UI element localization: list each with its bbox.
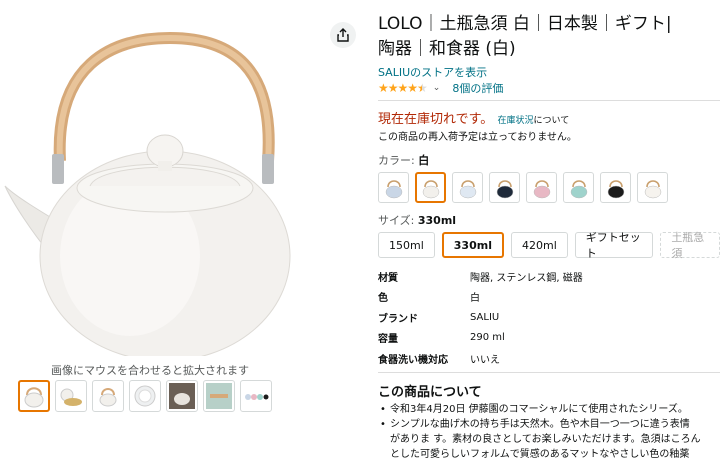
teapot-swatch-icon bbox=[459, 179, 476, 198]
size-label: サイズ: 330ml bbox=[378, 212, 456, 228]
color-swatch-pale-blue[interactable] bbox=[452, 172, 483, 203]
restock-note: この商品の再入荷予定は立っておりません。 bbox=[378, 132, 577, 143]
size-option-330ml[interactable]: 330ml bbox=[441, 232, 504, 258]
image-gallery: 画像にマウスを合わせると拡大されます bbox=[0, 0, 370, 464]
rating-count-link[interactable]: 8個の評価 bbox=[452, 80, 503, 96]
color-lineup-thumbnail-icon bbox=[245, 394, 269, 400]
color-swatch-light-blue[interactable] bbox=[378, 172, 409, 203]
color-label: カラー: 白 bbox=[378, 152, 429, 168]
color-swatch-white[interactable] bbox=[415, 172, 446, 203]
stock-status-link[interactable]: 在庫状況 bbox=[497, 116, 533, 126]
gold-set-thumbnail-icon bbox=[60, 388, 82, 406]
star-rating-icon[interactable]: ★★★★★ bbox=[378, 81, 428, 95]
thumbnail-plate[interactable] bbox=[129, 380, 161, 412]
trivet-thumbnail-icon bbox=[206, 383, 232, 409]
stock-status-suffix: について bbox=[533, 116, 570, 126]
spec-key: 材質 bbox=[378, 272, 398, 284]
size-option-150ml[interactable]: 150ml bbox=[378, 232, 435, 258]
about-section-title: この商品について bbox=[378, 385, 482, 400]
spec-row: 色白 bbox=[378, 287, 583, 308]
selected-color: 白 bbox=[418, 154, 430, 167]
teapot-swatch-icon bbox=[607, 179, 624, 198]
teapot-swatch-icon bbox=[644, 179, 661, 198]
spec-key: 容量 bbox=[378, 334, 398, 346]
rating-summary: ★★★★★ ⌄ 8個の評価 bbox=[378, 80, 503, 96]
about-bullet: シンプルな曲げ木の持ち手は天然木。色や木目一つ一つに違う表情 bbox=[378, 417, 720, 432]
product-title-line1: LOLO｜土瓶急須 白｜日本製｜ギフト| bbox=[378, 14, 672, 34]
teapot-thumbnail-icon bbox=[24, 387, 44, 408]
product-title-line2: 陶器｜和食器 (白) bbox=[378, 39, 516, 59]
thumbnail-color-lineup[interactable] bbox=[240, 380, 272, 412]
thumbnail-teapot-dark[interactable] bbox=[166, 380, 198, 412]
size-option-dobin-kyusu[interactable]: 土瓶急須 bbox=[660, 231, 720, 260]
spec-row: 食器洗い機対応 いいえ bbox=[378, 348, 583, 369]
thumbnail-teapot-front[interactable] bbox=[18, 380, 50, 412]
spec-row: 容量 290 ml bbox=[378, 328, 583, 349]
size-option-420ml[interactable]: 420ml bbox=[510, 232, 568, 258]
hover-zoom-hint: 画像にマウスを合わせると拡大されます bbox=[51, 364, 249, 377]
spec-row: 材質 陶器, ステンレス鋼, 磁器 bbox=[378, 266, 583, 287]
thumbnail-trivet[interactable] bbox=[203, 380, 235, 412]
teapot-swatch-icon bbox=[422, 179, 439, 198]
about-bullets: 令和3年4月20日 伊藤園のコマーシャルにて使用されたシリーズ。 シンプルな曲げ… bbox=[378, 402, 720, 462]
color-swatch-mint[interactable] bbox=[563, 172, 594, 203]
color-label-prefix: カラー: bbox=[378, 154, 419, 167]
chevron-down-icon[interactable]: ⌄ bbox=[433, 83, 441, 93]
thumbnail-teapot-side[interactable] bbox=[92, 380, 124, 412]
product-title: LOLO｜土瓶急須 白｜日本製｜ギフト| 陶器｜和食器 (白) bbox=[378, 12, 720, 62]
divider bbox=[378, 372, 720, 373]
about-bullet-continuation: とした可愛らしいフォルムで質感のあるマットなやさしい色の釉薬 bbox=[390, 449, 690, 460]
thumbnail-strip bbox=[18, 380, 272, 412]
spec-row: ブランド SALIU bbox=[378, 307, 583, 328]
teapot-swatch-icon bbox=[385, 179, 402, 198]
spec-key: ブランド bbox=[378, 313, 418, 325]
teapot-swatch-icon bbox=[496, 179, 513, 198]
thumbnail-gold-set[interactable] bbox=[55, 380, 87, 412]
spec-value: 陶器, ステンレス鋼, 磁器 bbox=[470, 272, 583, 284]
selected-size: 330ml bbox=[417, 214, 457, 227]
about-bullet-continuation: がありま す。素材の良さとしてお楽しみいただけます。急須はころん bbox=[390, 434, 701, 445]
teapot-dark-thumbnail-icon bbox=[169, 383, 195, 409]
teapot-swatch-icon bbox=[570, 179, 587, 198]
share-button[interactable] bbox=[330, 22, 356, 48]
color-swatch-black[interactable] bbox=[600, 172, 631, 203]
divider bbox=[378, 100, 720, 101]
specs-table: 材質 陶器, ステンレス鋼, 磁器 色白 ブランド SALIU 容量 290 ml 食… bbox=[378, 266, 583, 369]
color-swatch-navy[interactable] bbox=[489, 172, 520, 203]
store-link[interactable]: SALIUのストアを表示 bbox=[378, 64, 487, 80]
about-bullet: 令和3年4月20日 伊藤園のコマーシャルにて使用されたシリーズ。 bbox=[378, 402, 720, 417]
size-options: 150ml 330ml 420ml ギフトセット 土瓶急須 bbox=[378, 231, 720, 260]
product-details: LOLO｜土瓶急須 白｜日本製｜ギフト| 陶器｜和食器 (白) SALIUのスト… bbox=[378, 0, 720, 464]
availability: 現在在庫切れです。 在庫状況について bbox=[378, 108, 569, 127]
spec-value: いいえ bbox=[470, 354, 500, 366]
share-icon bbox=[337, 28, 349, 42]
teapot-side-thumbnail-icon bbox=[99, 388, 117, 407]
spec-key: 色 bbox=[378, 293, 388, 305]
size-option-gift-set[interactable]: ギフトセット bbox=[574, 231, 654, 260]
plate-thumbnail-icon bbox=[134, 385, 156, 407]
spec-value: 290 ml bbox=[470, 332, 505, 344]
spec-value: SALIU bbox=[470, 311, 500, 323]
out-of-stock-text: 現在在庫切れです。 bbox=[378, 112, 494, 127]
teapot-swatch-icon bbox=[533, 179, 550, 198]
color-swatch-pink[interactable] bbox=[526, 172, 557, 203]
spec-key: 食器洗い機対応 bbox=[378, 354, 448, 366]
color-swatches bbox=[378, 172, 668, 203]
size-label-prefix: サイズ: bbox=[378, 214, 418, 227]
main-product-image[interactable] bbox=[0, 26, 300, 356]
spec-value: 白 bbox=[470, 293, 480, 305]
color-swatch-cream[interactable] bbox=[637, 172, 668, 203]
